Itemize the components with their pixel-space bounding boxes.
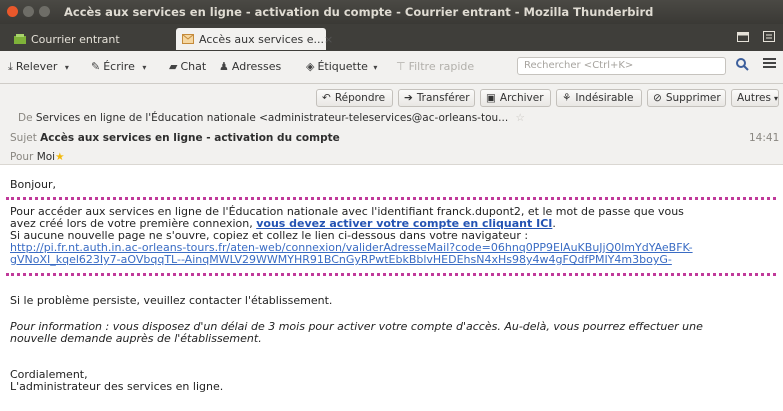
chevron-down-icon[interactable]: ▾ bbox=[373, 63, 377, 72]
get-messages-button[interactable]: ⤓ Relever ▾ bbox=[8, 60, 72, 74]
tag-icon: ◈ bbox=[306, 60, 315, 73]
forward-button[interactable]: ➔ Transférer bbox=[398, 89, 475, 107]
tab-inbox[interactable]: Courrier entrant bbox=[14, 28, 120, 50]
from-row: De Services en ligne de l'Éducation nati… bbox=[18, 112, 525, 124]
tag-button[interactable]: ◈ Étiquette ▾ bbox=[306, 60, 380, 73]
chat-button[interactable]: ▰ Chat bbox=[169, 60, 206, 73]
body-paragraph-3: Si le problème persiste, veuillez contac… bbox=[10, 294, 333, 307]
body-paragraph-1: Pour accéder aux services en ligne de l'… bbox=[10, 205, 693, 266]
delete-button[interactable]: ⊘ Supprimer bbox=[647, 89, 726, 107]
window-titlebar: Accès aux services en ligne - activation… bbox=[0, 0, 783, 24]
to-row: Pour Moi★ bbox=[10, 151, 65, 163]
main-toolbar: ⤓ Relever ▾ ✎ Écrire ▾ ▰ Chat ♟ Adresses ◈ Ét… bbox=[0, 51, 783, 84]
from-value[interactable]: Services en ligne de l'Éducation nationa… bbox=[36, 112, 508, 124]
tab-bar-icons bbox=[737, 31, 775, 45]
subject-value: Accès aux services en ligne - activation… bbox=[40, 132, 340, 144]
junk-button[interactable]: ⚘ Indésirable bbox=[556, 89, 642, 107]
body-paragraph-4: Pour information : vous disposez d'un dé… bbox=[10, 320, 703, 345]
message-time: 14:41 bbox=[749, 132, 780, 144]
activation-url-line-2[interactable]: gVNoXI_kqel623Iy7-aOVbqqTL--AinqMWLV29WW… bbox=[10, 254, 693, 266]
tab-close-icon[interactable]: × bbox=[324, 33, 333, 46]
star-icon[interactable]: ☆ bbox=[516, 112, 525, 124]
hamburger-menu-icon[interactable] bbox=[763, 57, 776, 73]
subject-row: Sujet Accès aux services en ligne - acti… bbox=[10, 132, 340, 144]
to-value[interactable]: Moi bbox=[37, 151, 55, 163]
person-icon: ♟ bbox=[219, 60, 229, 73]
reply-icon: ↶ bbox=[322, 92, 331, 104]
calendar-icon[interactable] bbox=[737, 31, 749, 45]
greeting-text: Bonjour, bbox=[10, 178, 57, 191]
download-icon: ⤓ bbox=[8, 60, 13, 73]
tab-message[interactable]: Accès aux services e... × bbox=[176, 28, 333, 50]
archive-icon: ▣ bbox=[486, 92, 496, 104]
inbox-folder-icon bbox=[14, 34, 26, 44]
tab-label: Courrier entrant bbox=[31, 32, 120, 46]
dotted-separator-top bbox=[6, 197, 776, 200]
tab-bar: Courrier entrant Accès aux services e...… bbox=[0, 24, 783, 51]
reply-button[interactable]: ↶ Répondre bbox=[316, 89, 393, 107]
closing: Cordialement, L'administrateur des servi… bbox=[10, 368, 224, 393]
maximize-window-button[interactable] bbox=[39, 6, 50, 17]
chevron-down-icon: ▾ bbox=[773, 93, 778, 103]
dotted-separator-bottom bbox=[6, 273, 776, 276]
delete-icon: ⊘ bbox=[653, 92, 662, 104]
quick-filter-button[interactable]: ⊤ Filtre rapide bbox=[396, 60, 474, 73]
search-input[interactable]: Rechercher <Ctrl+K> bbox=[517, 57, 726, 75]
chat-icon: ▰ bbox=[169, 60, 178, 73]
window-controls bbox=[7, 6, 50, 17]
to-label: Pour bbox=[10, 151, 34, 163]
archive-button[interactable]: ▣ Archiver bbox=[480, 89, 551, 107]
address-book-button[interactable]: ♟ Adresses bbox=[219, 60, 281, 73]
from-label: De bbox=[18, 112, 33, 124]
chevron-down-icon[interactable]: ▾ bbox=[65, 63, 69, 72]
window-title: Accès aux services en ligne - activation… bbox=[64, 5, 654, 19]
junk-icon: ⚘ bbox=[562, 92, 572, 104]
minimize-window-button[interactable] bbox=[23, 6, 34, 17]
tasks-icon[interactable] bbox=[763, 31, 775, 45]
other-actions-button[interactable]: Autres ▾ bbox=[731, 89, 779, 107]
write-button[interactable]: ✎ Écrire ▾ bbox=[91, 60, 149, 73]
pencil-icon: ✎ bbox=[91, 60, 101, 73]
chevron-down-icon[interactable]: ▾ bbox=[142, 63, 146, 72]
search-icon[interactable] bbox=[736, 58, 749, 75]
tab-label: Accès aux services e... bbox=[199, 32, 325, 46]
starred-icon: ★ bbox=[55, 151, 65, 163]
forward-icon: ➔ bbox=[404, 92, 413, 104]
mail-icon bbox=[182, 34, 194, 44]
close-window-button[interactable] bbox=[7, 6, 18, 17]
subject-label: Sujet bbox=[10, 132, 37, 144]
filter-icon: ⊤ bbox=[396, 60, 406, 73]
